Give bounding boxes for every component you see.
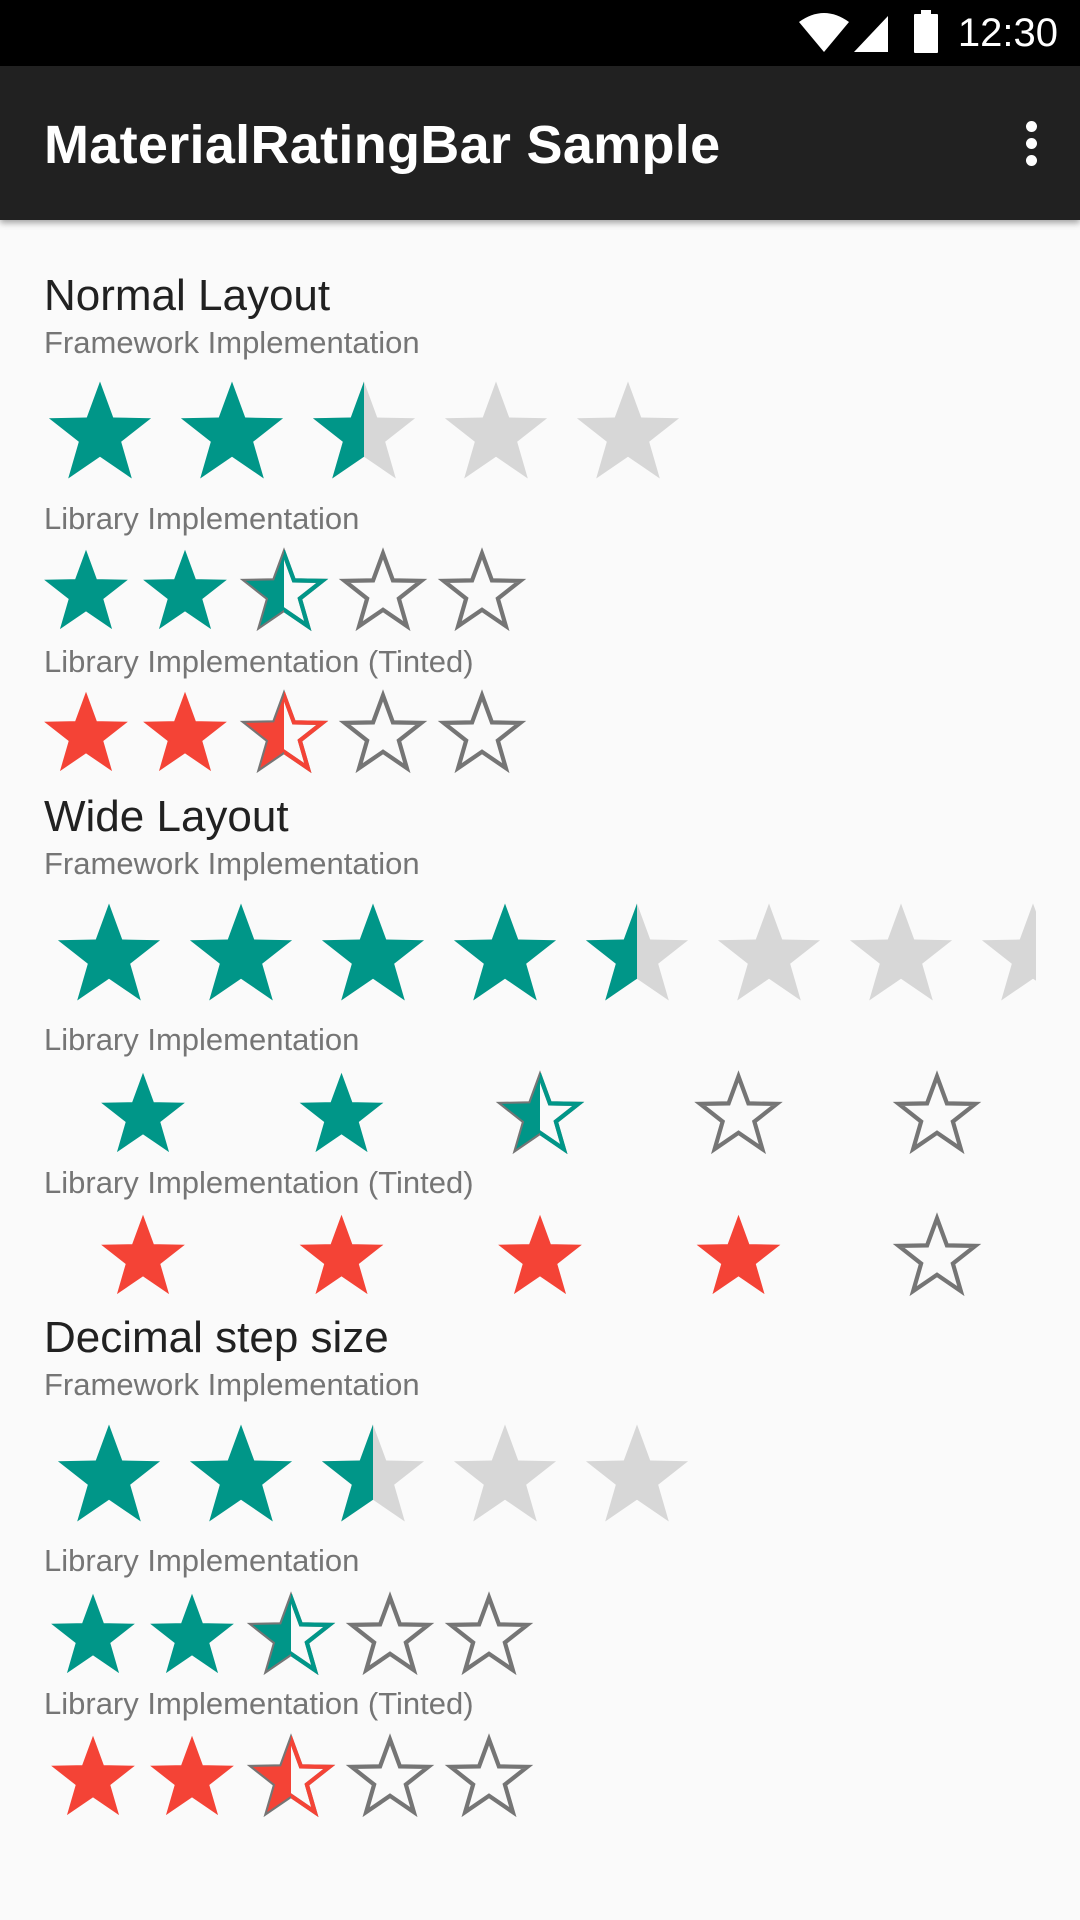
star-icon [101, 1072, 185, 1153]
star-icon [44, 549, 128, 630]
star-icon [338, 689, 428, 774]
star-icon [189, 1424, 293, 1522]
star-icon [189, 903, 293, 1001]
star-icon [150, 1735, 234, 1816]
star-icon [57, 903, 161, 1001]
wifi-icon [799, 13, 849, 52]
star-icon [150, 1593, 234, 1674]
star-icon [437, 689, 527, 774]
rating-bar-wide-library[interactable] [0, 1070, 1080, 1159]
star-icon [246, 1591, 336, 1676]
star-icon [143, 691, 227, 772]
star-icon [143, 549, 227, 630]
caption-framework-implementation: Framework Implementation [44, 325, 420, 360]
star-icon [239, 547, 329, 632]
caption-framework-implementation: Framework Implementation [44, 1367, 420, 1402]
rating-bar-normal-library[interactable] [0, 547, 1080, 636]
star-icon [696, 1214, 781, 1295]
rating-bar-wide-framework[interactable] [0, 897, 1080, 1013]
star-icon [51, 1593, 135, 1674]
section-title-normal-layout: Normal Layout [44, 271, 331, 320]
star-icon [437, 547, 527, 632]
caption-library-implementation-tinted: Library Implementation (Tinted) [44, 644, 474, 679]
star-icon [321, 903, 425, 1001]
star-icon [444, 1591, 534, 1676]
rating-bar-normal-framework[interactable] [0, 375, 1080, 491]
star-icon [345, 1591, 435, 1676]
star-icon [246, 1733, 336, 1818]
star-icon [101, 1214, 185, 1295]
section-title-wide-layout: Wide Layout [44, 792, 289, 841]
caption-library-implementation: Library Implementation [44, 1022, 360, 1057]
star-icon [717, 903, 821, 1001]
star-icon [981, 903, 1036, 1001]
caption-library-implementation: Library Implementation [44, 1543, 360, 1578]
caption-library-implementation: Library Implementation [44, 501, 360, 536]
more-vert-icon [1026, 121, 1037, 132]
star-icon [694, 1070, 783, 1155]
star-icon [453, 903, 557, 1001]
star-icon [444, 1733, 534, 1818]
caption-library-implementation-tinted: Library Implementation (Tinted) [44, 1686, 474, 1721]
star-icon [321, 1424, 425, 1522]
star-icon [180, 381, 284, 479]
app-title: MaterialRatingBar Sample [44, 115, 721, 175]
star-icon [239, 689, 329, 774]
star-icon [299, 1072, 384, 1153]
star-icon [498, 1214, 582, 1295]
caption-library-implementation-tinted: Library Implementation (Tinted) [44, 1165, 474, 1200]
rating-bar-decimal-library-tinted[interactable] [0, 1733, 1080, 1822]
star-icon [51, 1735, 135, 1816]
star-icon [892, 1070, 982, 1155]
star-icon [585, 903, 689, 1001]
star-icon [444, 381, 548, 479]
star-icon [312, 381, 416, 479]
app-bar: MaterialRatingBar Sample [0, 66, 1080, 220]
star-icon [44, 691, 128, 772]
section-title-decimal-step-size: Decimal step size [44, 1313, 389, 1362]
star-icon [48, 381, 152, 479]
rating-bar-normal-library-tinted[interactable] [0, 689, 1080, 778]
star-icon [576, 381, 680, 479]
star-icon [495, 1070, 585, 1155]
star-icon [299, 1214, 384, 1295]
content: Normal Layout Framework Implementation L… [0, 220, 1080, 1920]
star-icon [892, 1212, 982, 1297]
battery-icon [914, 10, 938, 53]
rating-bar-decimal-library[interactable] [0, 1591, 1080, 1680]
status-time: 12:30 [957, 11, 1058, 55]
cellular-signal-icon [854, 16, 888, 52]
rating-bar-wide-library-tinted[interactable] [0, 1212, 1080, 1301]
star-icon [345, 1733, 435, 1818]
status-bar: 12:30 [0, 0, 1080, 66]
star-icon [338, 547, 428, 632]
caption-framework-implementation: Framework Implementation [44, 846, 420, 881]
star-icon [57, 1424, 161, 1522]
star-icon [453, 1424, 557, 1522]
star-icon [585, 1424, 689, 1522]
star-icon [849, 903, 953, 1001]
rating-bar-decimal-framework[interactable] [0, 1418, 1080, 1534]
more-options-button[interactable] [1008, 112, 1054, 174]
